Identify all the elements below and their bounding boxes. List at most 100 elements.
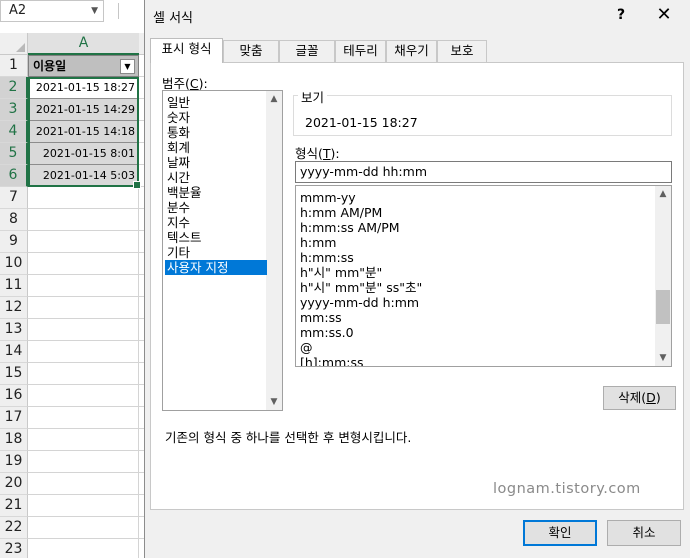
category-item[interactable]: 백분율 (165, 185, 267, 200)
row-header[interactable]: 7 (0, 187, 28, 209)
empty-cell[interactable] (28, 363, 139, 385)
scroll-up-icon[interactable]: ▲ (655, 186, 671, 202)
format-code-item[interactable]: mm:ss.0 (300, 325, 354, 340)
empty-cell[interactable] (28, 495, 139, 517)
format-code-item[interactable]: h:mm AM/PM (300, 205, 382, 220)
scroll-up-icon[interactable]: ▲ (266, 91, 282, 107)
tab-fill[interactable]: 채우기 (386, 40, 437, 62)
row-header[interactable]: 23 (0, 539, 28, 558)
header-cell-label: 이용일 (33, 59, 67, 73)
category-item[interactable]: 일반 (165, 95, 267, 110)
delete-button[interactable]: 삭제(D) (603, 386, 676, 410)
column-header-a[interactable]: A (28, 33, 139, 55)
help-button[interactable]: ? (611, 4, 631, 26)
tab-protection[interactable]: 보호 (437, 40, 487, 62)
row-header[interactable]: 12 (0, 297, 28, 319)
empty-cell[interactable] (28, 407, 139, 429)
empty-cell[interactable] (28, 341, 139, 363)
date-cell[interactable]: 2021-01-15 8:01 (28, 143, 139, 165)
name-box[interactable]: A2 ▼ (0, 0, 104, 22)
row-header[interactable]: 4 (0, 121, 28, 143)
empty-cell[interactable] (28, 539, 139, 558)
date-cell[interactable]: 2021-01-15 14:29 (28, 99, 139, 121)
row-header[interactable]: 11 (0, 275, 28, 297)
category-item[interactable]: 사용자 지정 (165, 260, 267, 275)
format-code-input[interactable]: yyyy-mm-dd hh:mm (295, 161, 672, 183)
empty-cell[interactable] (28, 451, 139, 473)
scroll-down-icon[interactable]: ▼ (655, 350, 671, 366)
empty-cell[interactable] (28, 209, 139, 231)
category-item[interactable]: 텍스트 (165, 230, 267, 245)
empty-cell[interactable] (28, 275, 139, 297)
category-item[interactable]: 시간 (165, 170, 267, 185)
empty-cell[interactable] (28, 319, 139, 341)
format-code-list[interactable]: ▲ ▼ mmm-yy h:mm AM/PM h:mm:ss AM/PM h:mm h:m… (295, 185, 672, 367)
close-button[interactable]: ✕ (651, 4, 677, 26)
tab-number[interactable]: 표시 형식 (150, 38, 223, 63)
row-header[interactable]: 9 (0, 231, 28, 253)
category-item[interactable]: 지수 (165, 215, 267, 230)
row-header[interactable]: 6 (0, 165, 28, 187)
row-header[interactable]: 8 (0, 209, 28, 231)
row-header[interactable]: 14 (0, 341, 28, 363)
format-code-item[interactable]: @ (300, 340, 313, 355)
row-header[interactable]: 20 (0, 473, 28, 495)
format-code-item[interactable]: h"시" mm"분" ss"초" (300, 280, 422, 295)
empty-cell[interactable] (28, 385, 139, 407)
format-code-item[interactable]: mm:ss (300, 310, 342, 325)
category-list-scrollbar[interactable]: ▲ ▼ (266, 91, 282, 410)
format-code-item[interactable]: h:mm:ss (300, 250, 354, 265)
format-code-item[interactable]: mmm-yy (300, 190, 356, 205)
row-header[interactable]: 17 (0, 407, 28, 429)
category-item[interactable]: 숫자 (165, 110, 267, 125)
tab-border[interactable]: 테두리 (335, 40, 386, 62)
header-cell[interactable]: 이용일 ▼ (28, 55, 139, 77)
select-all-triangle-icon (16, 43, 25, 52)
row-header[interactable]: 3 (0, 99, 28, 121)
category-item[interactable]: 분수 (165, 200, 267, 215)
row-header[interactable]: 1 (0, 55, 28, 77)
date-cell[interactable]: 2021-01-15 18:27 (28, 77, 139, 99)
chevron-down-icon[interactable]: ▼ (91, 1, 98, 21)
row-header[interactable]: 19 (0, 451, 28, 473)
tab-alignment[interactable]: 맞춤 (223, 40, 279, 62)
category-item[interactable]: 날짜 (165, 155, 267, 170)
cancel-button[interactable]: 취소 (607, 520, 681, 546)
row-header[interactable]: 10 (0, 253, 28, 275)
empty-cell[interactable] (28, 517, 139, 539)
select-all-corner[interactable] (0, 33, 28, 55)
category-item[interactable]: 기타 (165, 245, 267, 260)
format-list-scrollbar[interactable]: ▲ ▼ (655, 186, 671, 366)
row-header[interactable]: 18 (0, 429, 28, 451)
row-header[interactable]: 15 (0, 363, 28, 385)
empty-cell[interactable] (28, 253, 139, 275)
row-header[interactable]: 21 (0, 495, 28, 517)
row-header[interactable]: 5 (0, 143, 28, 165)
format-code-item[interactable]: h:mm (300, 235, 337, 250)
row-header[interactable]: 2 (0, 77, 28, 99)
empty-cell[interactable] (28, 187, 139, 209)
format-code-item[interactable]: h:mm:ss AM/PM (300, 220, 400, 235)
row-header[interactable]: 22 (0, 517, 28, 539)
format-code-item[interactable]: yyyy-mm-dd h:mm (300, 295, 419, 310)
sample-value: 2021-01-15 18:27 (305, 115, 418, 130)
date-cell[interactable]: 2021-01-15 14:18 (28, 121, 139, 143)
ok-button[interactable]: 확인 (523, 520, 597, 546)
date-cell[interactable]: 2021-01-14 5:03 (28, 165, 139, 187)
type-label-key: T (322, 146, 331, 161)
empty-cell[interactable] (28, 297, 139, 319)
category-item[interactable]: 통화 (165, 125, 267, 140)
empty-cell[interactable] (28, 473, 139, 495)
scrollbar-thumb[interactable] (656, 289, 670, 324)
format-code-item[interactable]: [h]:mm:ss (300, 355, 363, 366)
row-header[interactable]: 16 (0, 385, 28, 407)
tab-font[interactable]: 글꼴 (279, 40, 335, 62)
format-code-item[interactable]: h"시" mm"분" (300, 265, 382, 280)
category-item[interactable]: 회계 (165, 140, 267, 155)
row-header[interactable]: 13 (0, 319, 28, 341)
filter-dropdown-icon[interactable]: ▼ (120, 59, 135, 74)
empty-cell[interactable] (28, 429, 139, 451)
scroll-down-icon[interactable]: ▼ (266, 394, 282, 410)
empty-cell[interactable] (28, 231, 139, 253)
category-list[interactable]: ▲ ▼ 일반 숫자 통화 회계 날짜 시간 백분율 분수 지수 텍스트 기타 사용자 지정 (162, 90, 283, 411)
